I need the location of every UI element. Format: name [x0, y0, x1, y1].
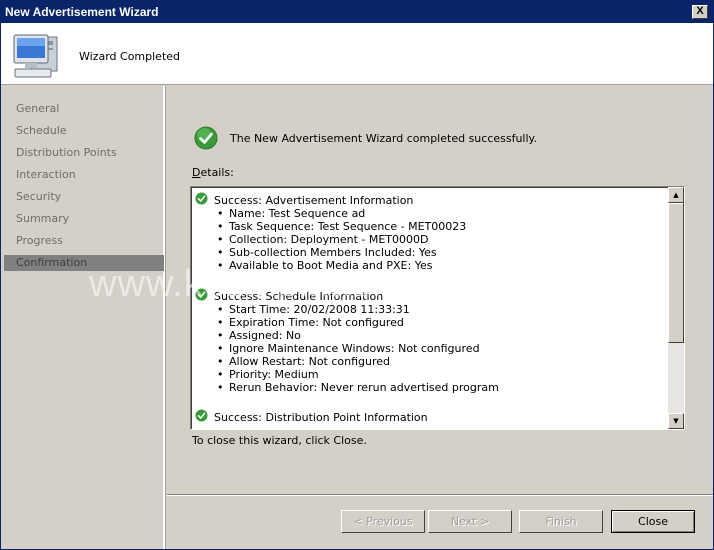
- header-title: Wizard Completed: [79, 50, 181, 63]
- details-textbox[interactable]: Success: Advertisement Information Name:…: [190, 186, 685, 430]
- scroll-thumb[interactable]: [668, 203, 684, 343]
- previous-button[interactable]: < Previous: [341, 510, 425, 533]
- success-check-icon: [195, 288, 208, 301]
- sidebar-item-interaction[interactable]: Interaction: [4, 167, 164, 183]
- title-bar[interactable]: New Advertisement Wizard X: [1, 1, 713, 23]
- wizard-header: Wizard Completed: [1, 23, 713, 85]
- section-heading: Success: Distribution Point Information: [214, 411, 428, 424]
- success-check-icon: [195, 192, 208, 205]
- detail-item: Rerun Behavior: Never rerun advertised p…: [217, 381, 499, 394]
- details-content: Success: Advertisement Information Name:…: [191, 187, 669, 429]
- button-divider: [167, 494, 713, 496]
- detail-item: Ignore Maintenance Windows: Not configur…: [217, 342, 480, 355]
- detail-item: Sub-collection Members Included: Yes: [217, 246, 437, 259]
- section-heading: Success: Advertisement Information: [214, 194, 414, 207]
- sidebar-item-schedule[interactable]: Schedule: [4, 123, 164, 139]
- close-button[interactable]: Close: [611, 510, 695, 533]
- detail-item: Allow Restart: Not configured: [217, 355, 390, 368]
- detail-item: Assigned: No: [217, 329, 301, 342]
- computer-icon: [13, 34, 58, 78]
- section-heading: Success: Schedule Information: [214, 290, 384, 303]
- sidebar-item-progress[interactable]: Progress: [4, 233, 164, 249]
- details-label: Details:: [192, 166, 234, 179]
- detail-item: Collection: Deployment - MET0000D: [217, 233, 429, 246]
- scroll-up-button[interactable]: ▲: [668, 187, 684, 203]
- detail-item: Task Sequence: Test Sequence - MET00023: [217, 220, 466, 233]
- finish-button[interactable]: Finish: [519, 510, 603, 533]
- detail-item: Start Time: 20/02/2008 11:33:31: [217, 303, 410, 316]
- sidebar-item-general[interactable]: General: [4, 101, 164, 117]
- detail-item: Available to Boot Media and PXE: Yes: [217, 259, 432, 272]
- wizard-steps-sidebar: General Schedule Distribution Points Int…: [1, 86, 165, 549]
- detail-item: Expiration Time: Not configured: [217, 316, 404, 329]
- sidebar-item-summary[interactable]: Summary: [4, 211, 164, 227]
- wizard-window: New Advertisement Wizard X Wizard Comple…: [0, 0, 714, 550]
- close-instruction: To close this wizard, click Close.: [192, 434, 367, 447]
- detail-item: Name: Test Sequence ad: [217, 207, 365, 220]
- scroll-down-button[interactable]: ▼: [668, 413, 684, 429]
- details-scrollbar[interactable]: ▲ ▼: [668, 187, 684, 429]
- close-window-button[interactable]: X: [692, 5, 708, 19]
- sidebar-item-confirmation[interactable]: Confirmation: [4, 255, 164, 271]
- window-title: New Advertisement Wizard: [5, 5, 159, 19]
- success-check-icon: [195, 409, 208, 422]
- sidebar-item-distribution-points[interactable]: Distribution Points: [4, 145, 164, 161]
- sidebar-item-security[interactable]: Security: [4, 189, 164, 205]
- next-button[interactable]: Next >: [428, 510, 512, 533]
- details-label-text: etails:: [200, 166, 234, 179]
- success-check-icon: [194, 126, 218, 150]
- success-message: The New Advertisement Wizard completed s…: [230, 132, 537, 145]
- detail-item: Priority: Medium: [217, 368, 318, 381]
